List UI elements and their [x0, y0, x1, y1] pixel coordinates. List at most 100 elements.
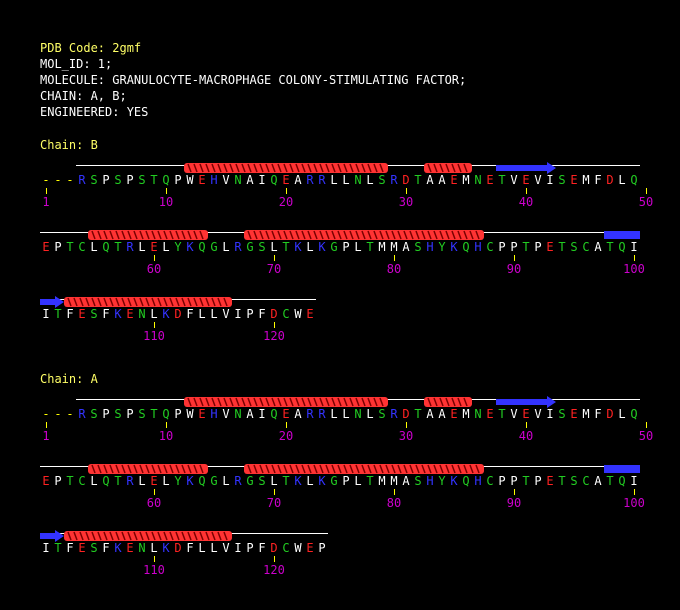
- chain-1-row-1-tick-90: [514, 489, 515, 495]
- residue: S: [570, 474, 578, 488]
- residue: Q: [162, 173, 170, 187]
- residue: D: [606, 407, 614, 421]
- chain-1-row-1-strand-0: [604, 460, 640, 473]
- residue: P: [174, 173, 182, 187]
- residue: Q: [102, 474, 110, 488]
- residue: Q: [618, 240, 626, 254]
- residue: C: [486, 240, 494, 254]
- residue: E: [306, 307, 314, 321]
- chain-0-row-1-tick-100: [634, 255, 635, 261]
- residue: Q: [198, 240, 206, 254]
- residue: T: [282, 240, 290, 254]
- residue: G: [330, 474, 338, 488]
- chain-1-row-0-position-label: 40: [518, 429, 534, 443]
- residue: P: [174, 407, 182, 421]
- residue: P: [102, 407, 110, 421]
- chain-0-row-1-tick-70: [274, 255, 275, 261]
- residue: K: [450, 240, 458, 254]
- chain-0-row-1-position-label: 100: [623, 262, 645, 276]
- residue: M: [378, 474, 386, 488]
- residue: A: [594, 240, 602, 254]
- residue: M: [462, 173, 470, 187]
- residue: L: [354, 474, 362, 488]
- residue: L: [210, 541, 218, 555]
- residue: T: [366, 240, 374, 254]
- residue: T: [522, 474, 530, 488]
- residue: V: [222, 541, 230, 555]
- residue: S: [90, 407, 98, 421]
- residue: E: [486, 407, 494, 421]
- residue: V: [510, 173, 518, 187]
- residue: H: [474, 240, 482, 254]
- residue: V: [222, 307, 230, 321]
- residue: A: [246, 407, 254, 421]
- residue: C: [582, 240, 590, 254]
- residue: T: [498, 407, 506, 421]
- chain-1-row-1-tick-70: [274, 489, 275, 495]
- residue: S: [138, 173, 146, 187]
- gap-residue: -: [66, 173, 74, 187]
- residue: Y: [174, 240, 182, 254]
- chain-1-row-1-tick-100: [634, 489, 635, 495]
- residue: N: [474, 173, 482, 187]
- residue: E: [306, 541, 314, 555]
- chain-1-row-0-tick-10: [166, 422, 167, 428]
- residue: T: [66, 474, 74, 488]
- residue: R: [306, 173, 314, 187]
- residue: P: [498, 240, 506, 254]
- residue: G: [210, 474, 218, 488]
- residue: P: [342, 240, 350, 254]
- chain-1-row-2-position-label: 120: [263, 563, 285, 577]
- residue: S: [258, 474, 266, 488]
- residue: L: [198, 541, 206, 555]
- residue: L: [306, 474, 314, 488]
- chain-1-row-0-position-label: 50: [638, 429, 654, 443]
- residue: Y: [438, 474, 446, 488]
- residue: T: [414, 407, 422, 421]
- residue: F: [594, 407, 602, 421]
- residue: V: [222, 407, 230, 421]
- residue: H: [426, 240, 434, 254]
- residue: D: [174, 541, 182, 555]
- chain-1-row-0-position-label: 10: [158, 429, 174, 443]
- residue: F: [186, 307, 194, 321]
- residue: C: [78, 474, 86, 488]
- residue: E: [150, 474, 158, 488]
- chain-1-row-0-tick-20: [286, 422, 287, 428]
- chain-0-row-1-tick-90: [514, 255, 515, 261]
- chain-1-row-0-tick-30: [406, 422, 407, 428]
- residue: C: [282, 307, 290, 321]
- residue: R: [78, 173, 86, 187]
- residue: T: [606, 474, 614, 488]
- residue: I: [42, 307, 50, 321]
- residue: E: [570, 407, 578, 421]
- residue: R: [126, 240, 134, 254]
- residue: F: [594, 173, 602, 187]
- chain-0-row-2-strand-0: [40, 293, 64, 308]
- residue: I: [546, 173, 554, 187]
- residue: F: [102, 307, 110, 321]
- residue: L: [222, 474, 230, 488]
- residue: T: [150, 407, 158, 421]
- residue: T: [150, 173, 158, 187]
- residue: C: [78, 240, 86, 254]
- residue: L: [618, 173, 626, 187]
- residue: E: [42, 474, 50, 488]
- residue: M: [390, 240, 398, 254]
- chain-0-row-0-tick-30: [406, 188, 407, 194]
- residue: L: [150, 541, 158, 555]
- residue: L: [366, 173, 374, 187]
- residue: M: [390, 474, 398, 488]
- residue: N: [138, 541, 146, 555]
- residue: A: [402, 474, 410, 488]
- chain-0-row-0-tick-40: [526, 188, 527, 194]
- chain-1-row-1-position-label: 80: [386, 496, 402, 510]
- mol-id: MOL_ID: 1;: [40, 57, 113, 71]
- chain-0-row-2-tick-120: [274, 322, 275, 328]
- residue: P: [102, 173, 110, 187]
- chain-0-row-0-position-label: 50: [638, 195, 654, 209]
- residue: D: [606, 173, 614, 187]
- residue: D: [174, 307, 182, 321]
- residue: L: [162, 240, 170, 254]
- residue: Q: [618, 474, 626, 488]
